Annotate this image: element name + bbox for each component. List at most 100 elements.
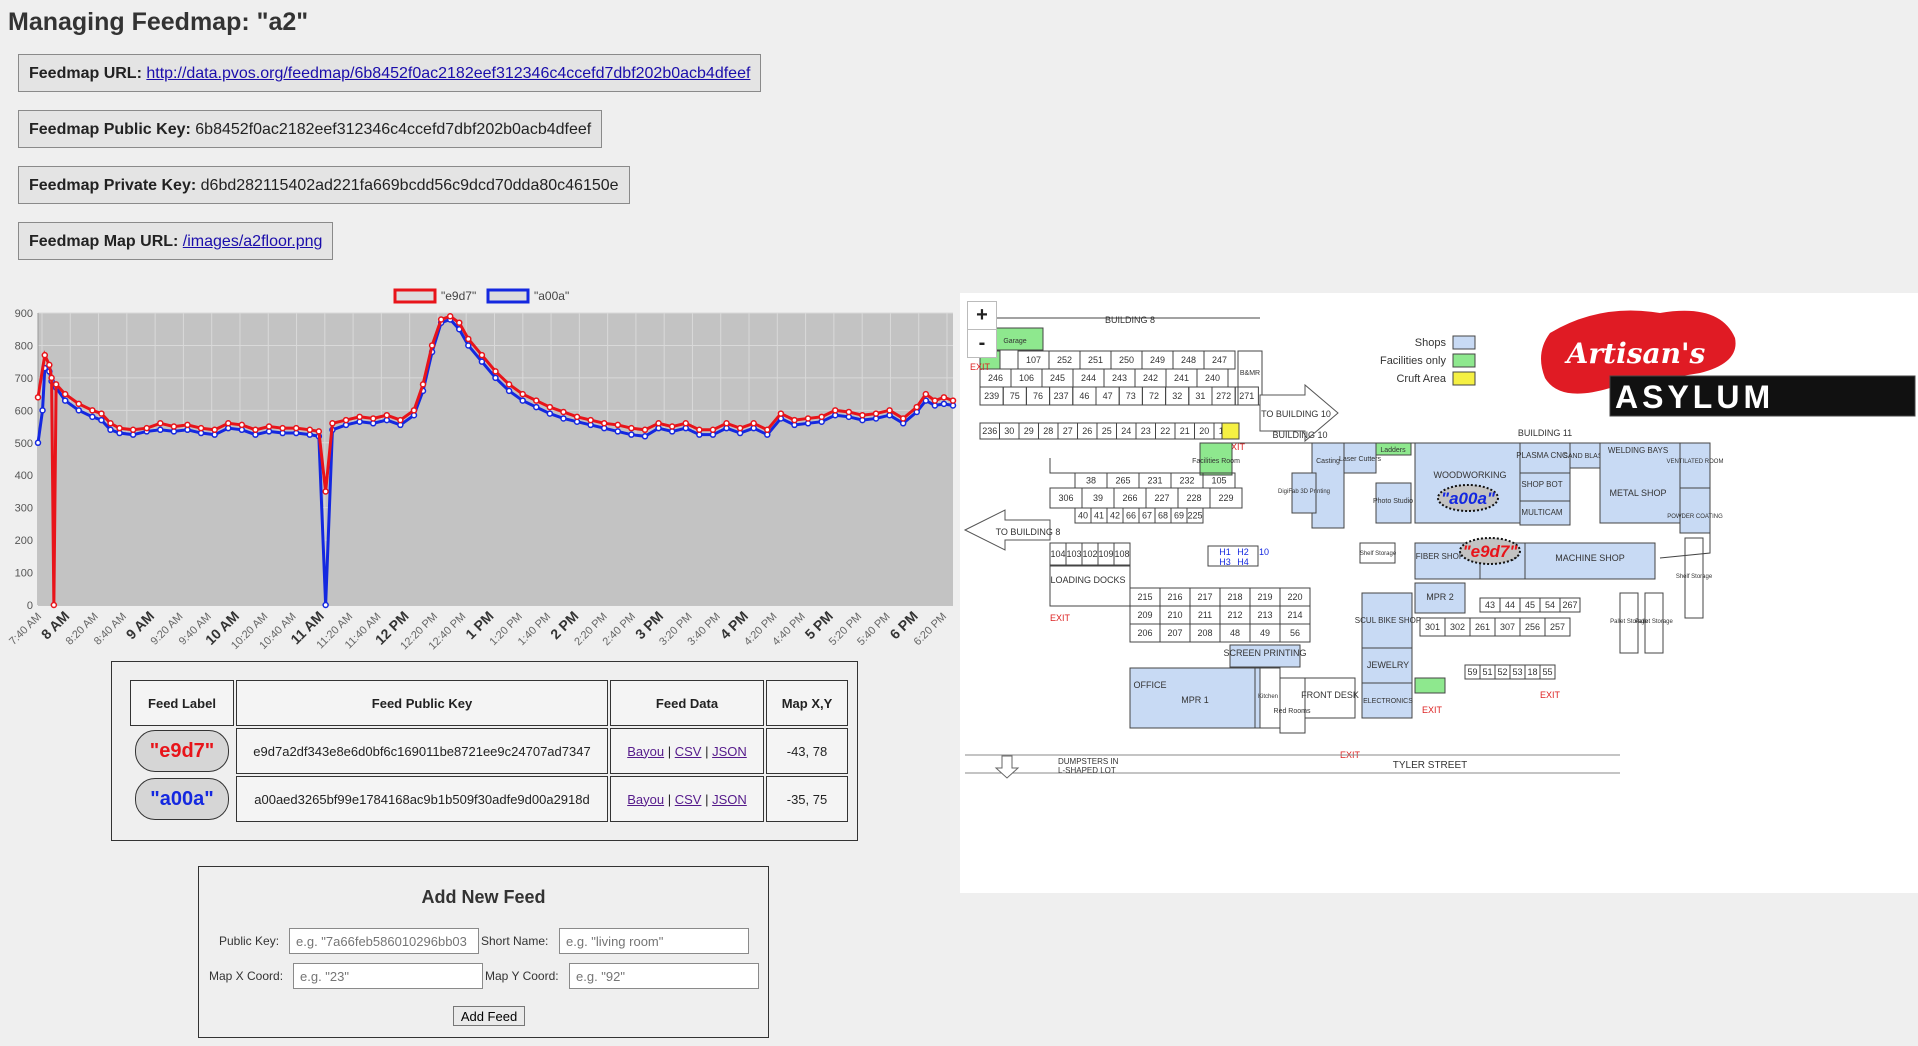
y-tick-label: 400 [15,470,33,482]
map-label: 104 [1050,549,1065,559]
data-point [804,415,812,422]
table-row: "a00a" a00aed3265bf99e1784168ac9b1b509f3… [130,776,848,822]
map-label: Facilities only [1380,355,1447,367]
map-label: H1 [1219,547,1231,557]
map-label: 43 [1485,600,1495,610]
y-tick-label: 900 [15,308,33,320]
bayou-link[interactable]: Bayou [627,744,664,759]
map-label: 250 [1119,355,1134,365]
feedmap-public-key-label: Feedmap Public Key: [29,121,191,138]
feed-label-pill[interactable]: "a00a" [135,778,229,820]
map-label: 18 [1527,667,1537,677]
data-point [546,403,554,411]
data-point [48,374,55,382]
map-x-input[interactable] [293,963,483,989]
map-label: 21 [1180,426,1190,436]
data-point [238,421,246,429]
data-point [818,413,825,421]
map-label: 252 [1057,355,1072,365]
y-tick-label: 0 [27,600,33,612]
map-label: Artisan's [1564,337,1706,370]
map-label: 212 [1227,610,1242,620]
json-link[interactable]: JSON [712,744,747,759]
map-label: 23 [1141,426,1151,436]
map-label: 103 [1066,549,1081,559]
data-point [428,342,436,349]
map-label: 249 [1150,355,1165,365]
map-label: 55 [1542,667,1552,677]
map-y-input[interactable] [569,963,759,989]
cruft-area [1221,422,1240,440]
data-point [764,426,771,434]
y-tick-label: 800 [15,340,33,352]
y-tick-label: 200 [15,535,33,547]
map-label: 102 [1082,549,1097,559]
feedmap-url-link[interactable]: http://data.pvos.org/feedmap/6b8452f0ac2… [146,65,750,82]
map-label: 66 [1126,511,1136,521]
csv-link[interactable]: CSV [675,744,702,759]
data-point [34,394,42,401]
public-key-input[interactable] [289,928,479,954]
data-point [940,400,948,408]
bayou-link[interactable]: Bayou [627,792,664,807]
map-room [1679,487,1711,534]
data-point [419,381,427,388]
map-label: MPR 1 [1181,695,1209,705]
legend-label: "a00a" [534,289,569,303]
add-feed-button[interactable]: Add Feed [453,1006,525,1026]
floor-plan-map[interactable]: BUILDING 8Garage107 252 251 250 249 248 247246… [960,293,1918,893]
data-point [224,420,232,427]
zoom-in-button[interactable]: + [967,301,997,330]
data-point [322,601,329,609]
map-room [1049,565,1131,607]
data-point [940,394,948,401]
data-point [949,397,957,404]
data-point [322,488,329,495]
map-label: 59 [1467,667,1477,677]
data-point [859,411,866,419]
map-room [1279,677,1306,734]
data-point [446,312,454,320]
header-feed-label: Feed Label [130,680,234,726]
map-label: EXIT [1422,705,1443,715]
map-label: POWDER COATING [1667,514,1723,520]
map-label: 208 [1197,628,1212,638]
map-label: TO BUILDING 10 [1261,409,1331,419]
map-label: 38 [1086,476,1096,486]
map-label: 232 [1179,476,1194,486]
data-point [709,426,717,434]
feedmap-map-url-label: Feedmap Map URL: [29,233,179,250]
short-name-input[interactable] [559,928,749,954]
legend-swatch [486,288,530,304]
map-label: 225 [1187,511,1202,521]
data-point [587,416,594,424]
map-label: 41 [1094,511,1104,521]
map-label: 22 [1160,426,1170,436]
data-point [899,415,907,422]
zoom-out-button[interactable]: - [967,329,997,358]
data-point [736,424,744,432]
arrow-down-icon [994,755,1020,779]
map-label: Shops [1415,337,1447,349]
map-label: 40 [1078,511,1088,521]
map-label: Photo Studio [1373,498,1413,505]
map-room [1414,677,1446,694]
map-label: 30 [1004,426,1014,436]
json-link[interactable]: JSON [712,792,747,807]
map-label: MACHINE SHOP [1555,553,1625,563]
map-xy-cell: -43, 78 [766,728,848,774]
feedmap-url-box: Feedmap URL: http://data.pvos.org/feedma… [18,54,762,92]
map-label: 248 [1181,355,1196,365]
data-point [315,428,323,435]
feedmap-map-url-link[interactable]: /images/a2floor.png [183,233,323,250]
csv-link[interactable]: CSV [675,792,702,807]
data-point [560,415,567,422]
data-point [478,351,486,359]
legend-swatch [393,288,437,304]
feeds-table: Feed Label Feed Public Key Feed Data Map… [128,678,850,824]
feed-label-pill[interactable]: "e9d7" [135,730,229,772]
map-label: B&MR [1240,370,1260,377]
map-label: 267 [1562,600,1577,610]
map-label: 251 [1088,355,1103,365]
logo-text: ASYLUM [1615,379,1774,415]
